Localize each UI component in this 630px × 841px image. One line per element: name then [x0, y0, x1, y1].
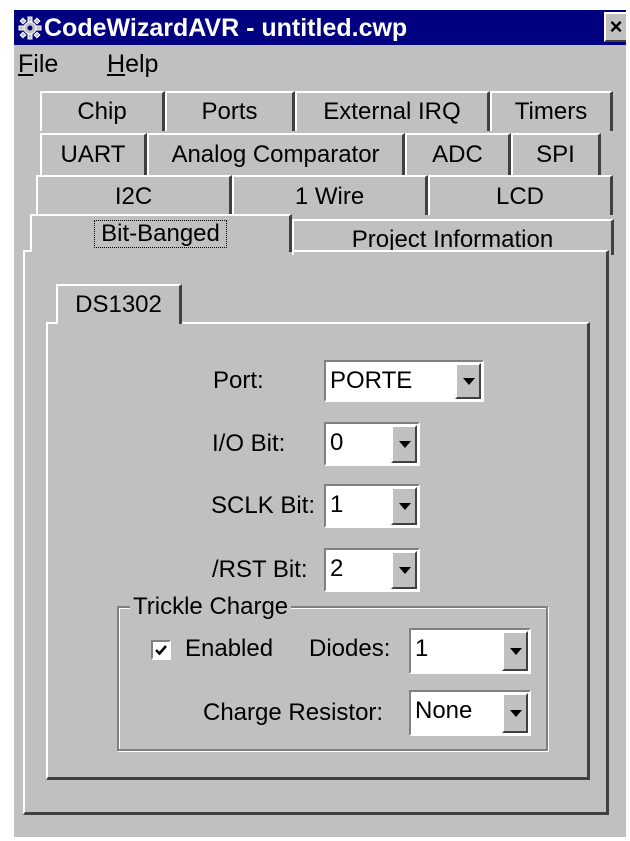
- tab-chip-label: Chip: [77, 98, 127, 125]
- tab-adc[interactable]: ADC: [405, 133, 511, 175]
- charge-resistor-dropdown-button[interactable]: [502, 693, 528, 733]
- chevron-down-icon: [463, 378, 475, 385]
- chevron-down-icon: [510, 648, 522, 655]
- title-bar[interactable]: CodeWizardAVR - untitled.cwp ×: [14, 10, 626, 45]
- close-button[interactable]: ×: [604, 12, 626, 42]
- sclk-bit-select-value: 1: [330, 491, 344, 518]
- charge-resistor-select-value: None: [415, 697, 473, 724]
- tab-spi-label: SPI: [536, 141, 575, 168]
- tab-ports[interactable]: Ports: [165, 91, 295, 131]
- rst-bit-label: /RST Bit:: [212, 556, 308, 583]
- tab-lcd-label: LCD: [495, 183, 544, 210]
- tab-analog-comparator[interactable]: Analog Comparator: [147, 133, 405, 175]
- tab-adc-label: ADC: [432, 141, 483, 168]
- trickle-charge-title: Trickle Charge: [130, 594, 292, 620]
- tab-1-wire[interactable]: 1 Wire: [232, 175, 428, 215]
- menu-bar: File Help: [14, 46, 626, 84]
- tab-bit-banged-label: Bit-Banged: [94, 220, 227, 248]
- tab-uart[interactable]: UART: [40, 133, 147, 175]
- check-icon: [155, 645, 167, 656]
- tab-bit-banged[interactable]: Bit-Banged: [30, 214, 292, 252]
- menu-help-mnemonic: H: [107, 50, 126, 78]
- tab-chip[interactable]: Chip: [40, 91, 165, 131]
- port-dropdown-button[interactable]: [455, 363, 481, 399]
- sclk-bit-select[interactable]: 1: [324, 484, 420, 528]
- menu-file[interactable]: File: [18, 50, 58, 78]
- io-bit-select[interactable]: 0: [324, 422, 420, 466]
- io-bit-label: I/O Bit:: [212, 430, 286, 457]
- port-select-value: PORTE: [330, 367, 413, 394]
- tab-lcd[interactable]: LCD: [428, 175, 613, 215]
- sclk-bit-dropdown-button[interactable]: [391, 487, 417, 525]
- menu-help-rest: elp: [125, 50, 159, 78]
- enabled-label[interactable]: Enabled: [185, 635, 273, 663]
- chevron-down-icon: [399, 503, 411, 510]
- tab-i2c[interactable]: I2C: [36, 175, 232, 215]
- chevron-down-icon: [399, 441, 411, 448]
- tab-external-irq-label: External IRQ: [323, 98, 461, 125]
- rst-bit-select[interactable]: 2: [324, 548, 420, 592]
- port-label: Port:: [213, 367, 264, 394]
- tab-i2c-label: I2C: [114, 183, 153, 210]
- tab-ports-label: Ports: [201, 98, 258, 125]
- chevron-down-icon: [510, 710, 522, 717]
- sclk-bit-label: SCLK Bit:: [211, 492, 316, 519]
- tab-external-irq[interactable]: External IRQ: [295, 91, 490, 131]
- io-bit-select-value: 0: [330, 429, 344, 456]
- tab-ds1302-label: DS1302: [75, 291, 162, 318]
- tab-1-wire-label: 1 Wire: [294, 183, 365, 210]
- enabled-checkbox[interactable]: [151, 640, 171, 660]
- diodes-label: Diodes:: [309, 635, 391, 662]
- tab-timers[interactable]: Timers: [490, 91, 613, 131]
- tab-timers-label: Timers: [514, 98, 588, 125]
- charge-resistor-select[interactable]: None: [409, 690, 531, 736]
- chevron-down-icon: [399, 567, 411, 574]
- tab-uart-label: UART: [60, 141, 126, 168]
- tab-ds1302[interactable]: DS1302: [56, 284, 182, 324]
- charge-resistor-label: Charge Resistor:: [203, 699, 384, 726]
- rst-bit-select-value: 2: [330, 555, 344, 582]
- window-title: CodeWizardAVR - untitled.cwp: [44, 14, 408, 42]
- menu-file-mnemonic: F: [18, 50, 34, 78]
- menu-file-rest: ile: [33, 50, 59, 78]
- io-bit-dropdown-button[interactable]: [391, 425, 417, 463]
- menu-help[interactable]: Help: [107, 50, 158, 78]
- app-gear-icon[interactable]: [18, 16, 42, 40]
- tab-spi[interactable]: SPI: [511, 133, 601, 175]
- diodes-dropdown-button[interactable]: [502, 631, 528, 671]
- diodes-select-value: 1: [415, 635, 429, 662]
- diodes-select[interactable]: 1: [409, 628, 531, 674]
- rst-bit-dropdown-button[interactable]: [391, 551, 417, 589]
- port-select[interactable]: PORTE: [324, 360, 484, 402]
- tab-analog-comparator-label: Analog Comparator: [171, 141, 380, 168]
